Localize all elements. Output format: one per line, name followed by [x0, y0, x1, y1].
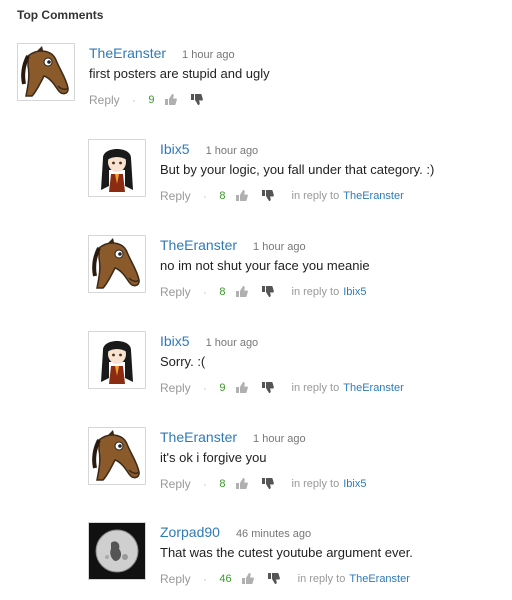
horse-avatar	[89, 236, 145, 292]
anime-girl-avatar	[89, 140, 145, 196]
reply-button[interactable]: Reply	[160, 570, 191, 588]
thumbs-up-icon[interactable]	[164, 93, 177, 106]
thumbs-up-icon[interactable]	[235, 285, 248, 298]
like-count: 8	[219, 477, 226, 490]
horse-avatar	[89, 428, 145, 484]
thumbs-down-icon[interactable]	[261, 381, 275, 394]
thumbs-up-icon[interactable]	[235, 189, 248, 202]
avatar[interactable]	[88, 139, 146, 197]
in-reply-to-link[interactable]: Ibix5	[343, 283, 366, 301]
in-reply-to-label: in reply to	[291, 189, 340, 202]
comment-time: 1 hour ago	[182, 49, 235, 61]
thumbs-up-icon[interactable]	[235, 381, 248, 394]
comment-author[interactable]: TheEranster	[160, 429, 237, 445]
like-count: 9	[219, 381, 226, 394]
in-reply-to-label: in reply to	[297, 572, 346, 585]
in-reply-to-label: in reply to	[291, 285, 340, 298]
avatar[interactable]	[88, 427, 146, 485]
anime-girl-avatar	[89, 332, 145, 388]
separator-dot: ·	[132, 92, 137, 107]
thumbs-down-icon[interactable]	[267, 572, 281, 585]
in-reply-to-link[interactable]: TheEranster	[343, 187, 404, 205]
reply-button[interactable]: Reply	[160, 475, 191, 493]
avatar[interactable]	[88, 235, 146, 293]
in-reply-to-label: in reply to	[291, 477, 340, 490]
separator-dot: ·	[203, 188, 208, 203]
comment-text: no im not shut your face you meanie	[160, 258, 370, 273]
reply-button[interactable]: Reply	[160, 379, 191, 397]
comment-text: Sorry. :(	[160, 354, 206, 369]
comment-text: first posters are stupid and ugly	[89, 66, 270, 81]
thumbs-down-icon[interactable]	[261, 285, 275, 298]
thumbs-down-icon[interactable]	[261, 477, 275, 490]
separator-dot: ·	[203, 380, 208, 395]
reply-button[interactable]: Reply	[160, 283, 191, 301]
comment-text: it's ok i forgive you	[160, 450, 267, 465]
comment-author[interactable]: Zorpad90	[160, 524, 220, 540]
reply-button[interactable]: Reply	[160, 187, 191, 205]
like-count: 8	[219, 285, 226, 298]
thumbs-up-icon[interactable]	[241, 572, 254, 585]
thumbs-down-icon[interactable]	[190, 93, 204, 106]
comment-text: That was the cutest youtube argument eve…	[160, 545, 413, 560]
like-count: 8	[219, 189, 226, 202]
comment-time: 1 hour ago	[205, 145, 259, 157]
horse-avatar	[18, 44, 74, 100]
separator-dot: ·	[203, 284, 208, 299]
comment-time: 1 hour ago	[253, 241, 306, 253]
like-count: 9	[148, 93, 155, 106]
in-reply-to-link[interactable]: TheEranster	[349, 570, 410, 588]
avatar[interactable]	[17, 43, 75, 101]
separator-dot: ·	[203, 476, 208, 491]
like-count: 46	[219, 572, 232, 585]
comment-author[interactable]: Ibix5	[160, 333, 190, 349]
in-reply-to-link[interactable]: TheEranster	[343, 379, 404, 397]
reply-button[interactable]: Reply	[89, 91, 120, 109]
comment-author[interactable]: TheEranster	[89, 45, 166, 61]
moon-avatar	[89, 523, 145, 579]
comment-time: 46 minutes ago	[235, 528, 312, 540]
avatar[interactable]	[88, 522, 146, 580]
thumbs-down-icon[interactable]	[261, 189, 275, 202]
separator-dot: ·	[203, 571, 208, 586]
section-title: Top Comments	[17, 8, 104, 22]
in-reply-to-link[interactable]: Ibix5	[343, 475, 366, 493]
avatar[interactable]	[88, 331, 146, 389]
comment-time: 1 hour ago	[205, 337, 259, 349]
comment-author[interactable]: TheEranster	[160, 237, 237, 253]
in-reply-to-label: in reply to	[291, 381, 340, 394]
comment-text: But by your logic, you fall under that c…	[160, 162, 435, 177]
comment-author[interactable]: Ibix5	[160, 141, 190, 157]
comment-time: 1 hour ago	[253, 433, 306, 445]
thumbs-up-icon[interactable]	[235, 477, 248, 490]
